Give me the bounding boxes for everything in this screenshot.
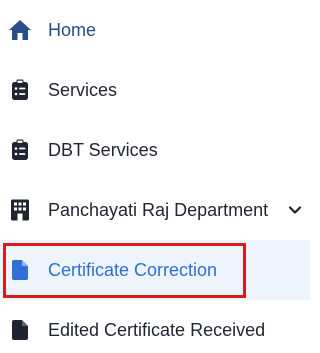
sidebar-item-dbt-services[interactable]: DBT Services (0, 120, 310, 180)
file-icon (8, 318, 32, 342)
chevron-down-icon[interactable] (287, 202, 303, 218)
home-icon (8, 18, 32, 42)
building-icon (8, 198, 32, 222)
sidebar-item-services[interactable]: Services (0, 60, 310, 120)
clipboard-list-icon (8, 138, 32, 162)
sidebar-item-label: Edited Certificate Received (48, 319, 266, 340)
sidebar-item-certificate-correction[interactable]: Certificate Correction (0, 240, 310, 300)
sidebar-item-home[interactable]: Home (0, 0, 310, 60)
sidebar-nav: Home Services DBT Services Panchayati Ra… (0, 0, 310, 353)
sidebar-item-label: Certificate Correction (48, 259, 218, 280)
sidebar-item-edited-certificate-received[interactable]: Edited Certificate Received (0, 300, 310, 353)
sidebar-item-label: Home (48, 19, 97, 40)
file-icon (8, 258, 32, 282)
sidebar-item-label: DBT Services (48, 139, 158, 160)
sidebar-item-panchayati-raj-department[interactable]: Panchayati Raj Department (0, 180, 310, 240)
clipboard-list-icon (8, 78, 32, 102)
sidebar-item-label: Panchayati Raj Department (48, 199, 269, 220)
sidebar-item-label: Services (48, 79, 118, 100)
